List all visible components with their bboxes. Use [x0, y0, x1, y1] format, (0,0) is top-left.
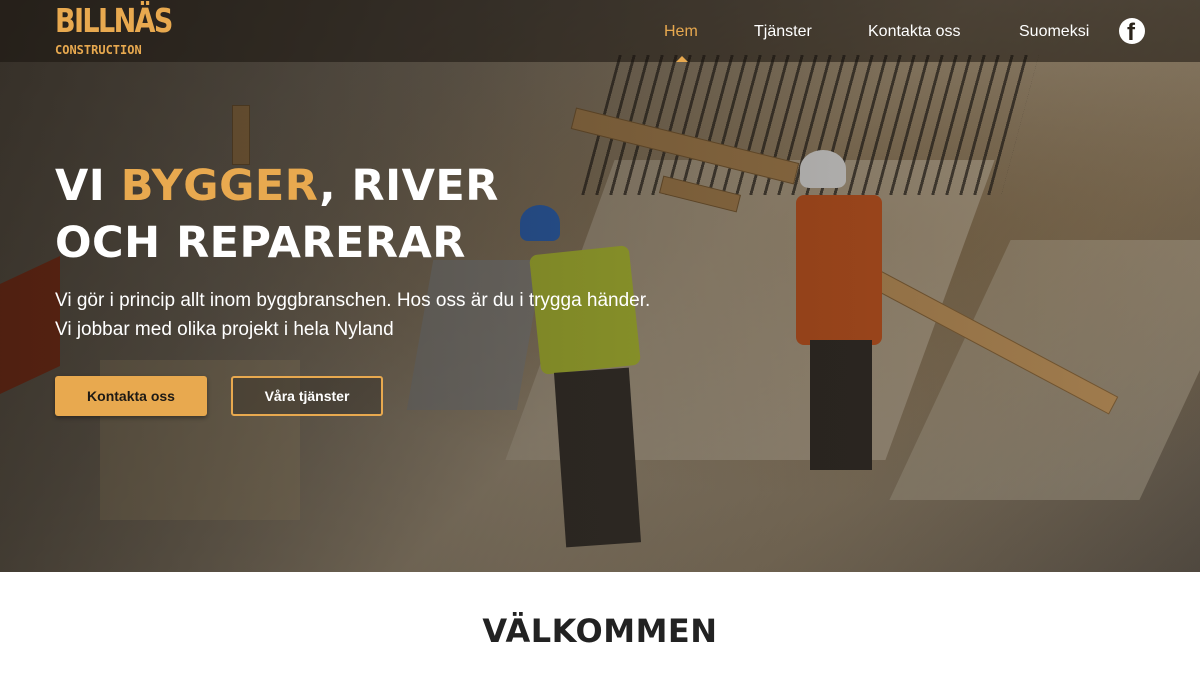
- headline-accent: BYGGER: [120, 161, 320, 211]
- services-button[interactable]: Våra tjänster: [231, 376, 383, 416]
- logo-subtitle: CONSTRUCTION: [55, 43, 142, 57]
- hero-lead: Vi gör i princip allt inom byggbranschen…: [55, 290, 651, 340]
- nav-item-tjanster[interactable]: Tjänster: [754, 20, 812, 44]
- nav-item-hem[interactable]: Hem: [664, 20, 698, 44]
- contact-button[interactable]: Kontakta oss: [55, 376, 207, 416]
- top-navigation: BILLNÄS CONSTRUCTION Hem Tjänster Kontak…: [0, 0, 1200, 62]
- headline-text: , RIVER: [319, 161, 499, 211]
- nav-item-kontakta-oss[interactable]: Kontakta oss: [868, 20, 961, 44]
- facebook-icon[interactable]: f: [1119, 18, 1145, 44]
- welcome-title: VÄLKOMMEN: [482, 612, 718, 650]
- nav-item-suomeksi[interactable]: Suomeksi: [1019, 20, 1089, 44]
- company-logo[interactable]: BILLNÄS CONSTRUCTION: [55, 1, 173, 60]
- headline-text: OCH REPARERAR: [55, 218, 466, 268]
- headline-text: VI: [55, 161, 121, 211]
- hero-headline: VI BYGGER, RIVER OCH REPARERAR: [55, 158, 655, 272]
- logo-wordmark: BILLNÄS: [55, 1, 173, 40]
- hero-section: VI BYGGER, RIVER OCH REPARERAR Vi gör i …: [0, 0, 1200, 572]
- active-indicator: [676, 56, 688, 62]
